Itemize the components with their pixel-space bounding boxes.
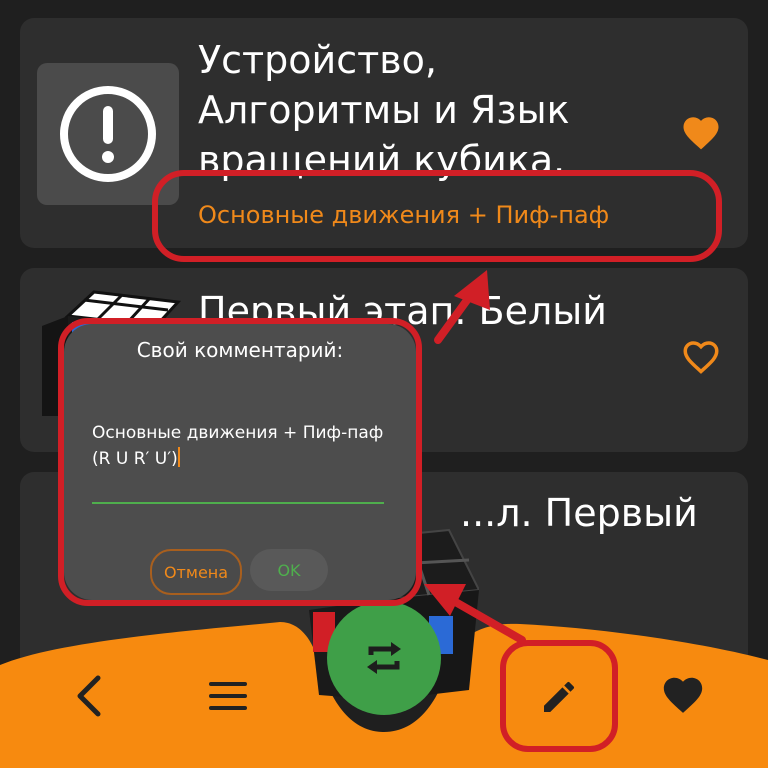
favorite-heart-outline-icon[interactable] xyxy=(680,336,722,378)
menu-icon[interactable] xyxy=(207,679,249,713)
favorite-heart-icon[interactable] xyxy=(680,112,722,154)
highlight-edit-button-frame xyxy=(500,640,618,752)
repeat-button[interactable] xyxy=(327,601,441,715)
lesson-title: ...л. Первый xyxy=(460,491,698,535)
repeat-icon xyxy=(367,642,401,674)
lesson-title: Устройство, Алгоритмы и Язык вращений ку… xyxy=(198,38,570,182)
highlight-comment-frame xyxy=(152,170,722,262)
heart-icon[interactable] xyxy=(660,672,706,718)
highlight-dialog-frame xyxy=(58,318,422,606)
chevron-left-icon[interactable] xyxy=(70,672,110,720)
exclamation-icon xyxy=(60,86,156,182)
